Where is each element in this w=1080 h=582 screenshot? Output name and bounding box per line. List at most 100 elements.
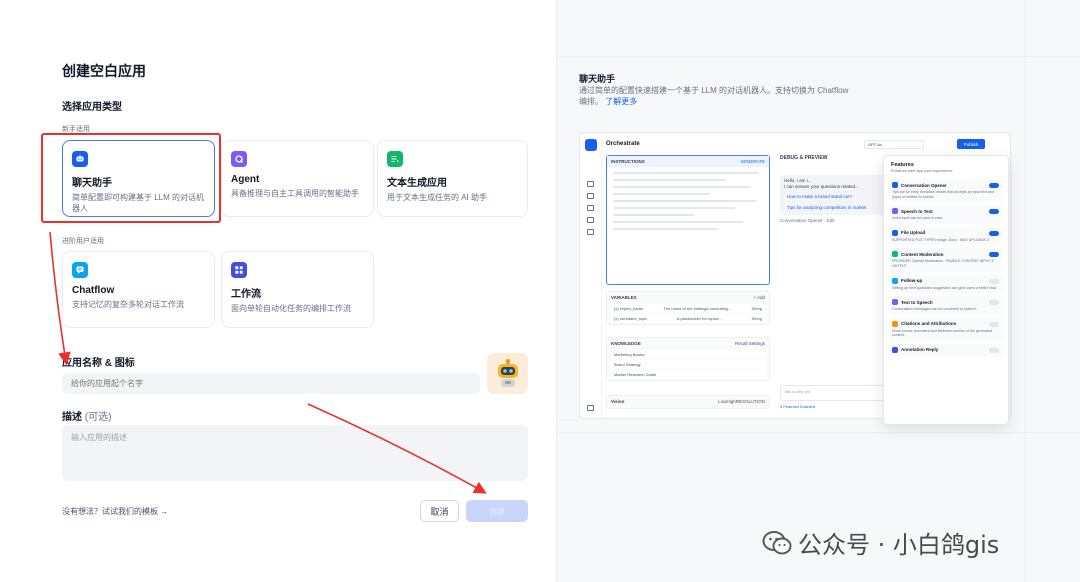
mock-feature-item: File Upload SUPPORTED FILE TYPES Image, D… <box>889 226 1003 246</box>
mock-publish-button: Publish <box>957 139 985 149</box>
mock-feature-desc: Show source document and attributed sect… <box>892 328 993 338</box>
learn-more-link[interactable]: 了解更多 <box>605 97 637 106</box>
mock-feature-name: File Upload <box>892 229 1000 236</box>
grid-line <box>557 432 1080 433</box>
mock-nav-icon <box>587 181 594 187</box>
mock-features-panel: Features Enhance web app user experience… <box>883 155 1009 425</box>
advanced-group-label: 进阶用户适用 <box>62 238 104 245</box>
app-type-card-agent[interactable]: Agent 具备推理与自主工具调用的智能助手 <box>221 140 374 217</box>
app-icon-picker[interactable] <box>487 353 528 394</box>
mock-feature-item: Text to Speech Conversation messages can … <box>889 296 1003 315</box>
mock-features-title: Features <box>891 162 914 168</box>
feature-icon <box>892 277 898 284</box>
mock-text-line <box>613 193 711 195</box>
app-type-card-workflow[interactable]: 工作流 面向单轮自动化任务的编排工作流 <box>221 251 374 328</box>
mock-feature-label: Conversation Opener <box>901 182 947 188</box>
mock-knowledge-row: Brand Strategy <box>610 360 766 369</box>
cancel-button[interactable]: 取消 <box>420 500 459 522</box>
mock-nav-icon <box>587 217 594 223</box>
mock-variable-type: String <box>751 316 762 321</box>
mock-feature-toggle <box>989 300 999 306</box>
mock-feature-item: Citations and Attributions Show source do… <box>889 317 1003 341</box>
mock-feature-label: Follow-up <box>901 278 923 284</box>
mock-text-line <box>613 214 694 216</box>
mock-vision-title: Vision <box>611 399 625 404</box>
mock-feature-item: Content Moderation PROVIDER OpenAI Modera… <box>889 248 1003 272</box>
mock-variable-name: {x} unrelated_topic <box>614 316 648 321</box>
mock-text-line <box>613 221 743 223</box>
text-gen-icon <box>387 151 403 167</box>
mock-knowledge-block: Recall Settings KNOWLEDGE Marketing Basi… <box>606 337 770 381</box>
mock-knowledge-row: Market Research Guide <box>610 370 766 379</box>
dialog-title: 创建空白应用 <box>62 63 146 79</box>
mock-feature-desc: PROVIDER OpenAI Moderation · ENABLE CONT… <box>892 259 994 268</box>
mock-opener-note: Conversation Opener · Edit <box>780 218 835 223</box>
app-type-desc: 支持记忆的复杂多轮对话工作流 <box>72 300 184 309</box>
mock-sidebar <box>580 133 602 418</box>
mock-feature-name: Text to Speech <box>892 299 1000 306</box>
mock-feature-name: Content Moderation <box>892 251 1000 258</box>
highlight-box <box>41 133 221 223</box>
mock-suggestion: How to make a brand stand out? <box>787 194 853 199</box>
mock-model-selector: GPT-4o <box>864 140 924 149</box>
mock-feature-toggle <box>989 252 999 258</box>
mock-feature-toggle <box>989 278 999 284</box>
mock-instructions-box: GENERATE INSTRUCTIONS <box>606 155 770 285</box>
mock-low-option: Low <box>718 399 727 404</box>
app-type-card-chatflow[interactable]: Chatflow 支持记忆的复杂多轮对话工作流 <box>62 251 215 328</box>
app-type-desc: 具备推理与自主工具调用的智能助手 <box>231 189 359 198</box>
app-name-input[interactable] <box>62 373 480 394</box>
grid-line <box>557 420 579 421</box>
mock-feature-desc: Tips are an entry extraction model that … <box>892 190 995 199</box>
mock-knowledge-settings: Recall Settings <box>734 341 765 346</box>
mock-feature-label: Citations and Attributions <box>901 321 957 327</box>
mock-text-line <box>613 186 751 188</box>
mock-text-line <box>613 179 727 181</box>
mock-feature-toggle <box>989 209 999 215</box>
feature-icon <box>892 251 898 258</box>
feature-icon <box>892 229 898 236</box>
mock-feature-item: Conversation Opener Tips are an entry ext… <box>889 179 1003 203</box>
mock-variables-block: + Add VARIABLES {x} expert_name The name… <box>606 291 770 325</box>
mock-instructions-title: INSTRUCTIONS <box>611 159 645 164</box>
mock-chat-bubble: Hello, I am i... I can answer your quest… <box>780 175 890 215</box>
mock-nav-icon <box>587 205 594 211</box>
preview-title: 聊天助手 <box>579 74 616 84</box>
watermark-text: 公众号 · 小白鸽gis <box>798 531 1000 559</box>
mock-feature-name: Conversation Opener <box>892 182 1000 188</box>
grid-line <box>1025 0 1026 582</box>
mock-feature-desc: Setting up next questions suggestion can… <box>892 285 997 290</box>
template-link[interactable]: 没有想法？试试我们的模板 → <box>62 506 168 517</box>
mock-header-title: Orchestrate <box>606 141 640 147</box>
mock-text-line <box>613 207 735 209</box>
mock-instructions-header: GENERATE INSTRUCTIONS <box>607 156 769 167</box>
mock-feature-item: Follow-up Setting up next questions sugge… <box>889 274 1003 294</box>
app-type-desc: 面向单轮自动化任务的编排工作流 <box>231 304 351 313</box>
mock-knowledge-name: Marketing Basics <box>614 352 645 357</box>
mock-chat: Hello, I am i... I can answer your quest… <box>780 175 890 224</box>
mock-knowledge-row: Marketing Basics <box>610 350 766 359</box>
app-type-card-text-generator[interactable]: 文本生成应用 用于文本生成任务的 AI 助手 <box>377 140 528 217</box>
watermark: 公众号 · 小白鸽gis <box>762 525 999 560</box>
description-textarea[interactable]: 输入应用的描述 <box>62 425 528 481</box>
mock-variables-title: VARIABLES <box>611 295 637 300</box>
mock-variable-name: {x} expert_name <box>614 306 644 311</box>
mock-chat-line: I can answer your questions related... <box>784 184 859 189</box>
wechat-icon <box>762 530 792 554</box>
description-label-text: 描述 <box>62 412 82 423</box>
mock-generate: GENERATE <box>740 159 765 164</box>
create-button-label: 创建 <box>489 506 505 516</box>
mock-feature-name: Annotation Reply <box>892 346 1000 353</box>
mock-vision-block: RESOLUTION High Low Vision <box>606 395 770 409</box>
preview-description: 通过简单的配置快速搭建一个基于 LLM 的对话机器人。支持切换为 Chatflo… <box>579 85 849 107</box>
mock-text-line <box>613 200 756 202</box>
mock-feature-label: Speech to Text <box>901 208 933 214</box>
description-label: 描述 (可选) <box>62 408 111 423</box>
create-button[interactable]: 创建 <box>466 500 528 522</box>
feature-icon <box>892 346 898 353</box>
mock-feature-desc: Conversation messages can be converted t… <box>892 307 977 312</box>
mock-feature-desc: SUPPORTED FILE TYPES Image, Docs · MAX U… <box>892 237 989 242</box>
app-type-desc: 用于文本生成任务的 AI 助手 <box>387 193 488 202</box>
mock-nav-icon <box>587 229 594 235</box>
create-app-dialog: 创建空白应用 选择应用类型 新手适用 聊天助手 简单配置即可构建基于 LLM 的… <box>0 0 556 582</box>
